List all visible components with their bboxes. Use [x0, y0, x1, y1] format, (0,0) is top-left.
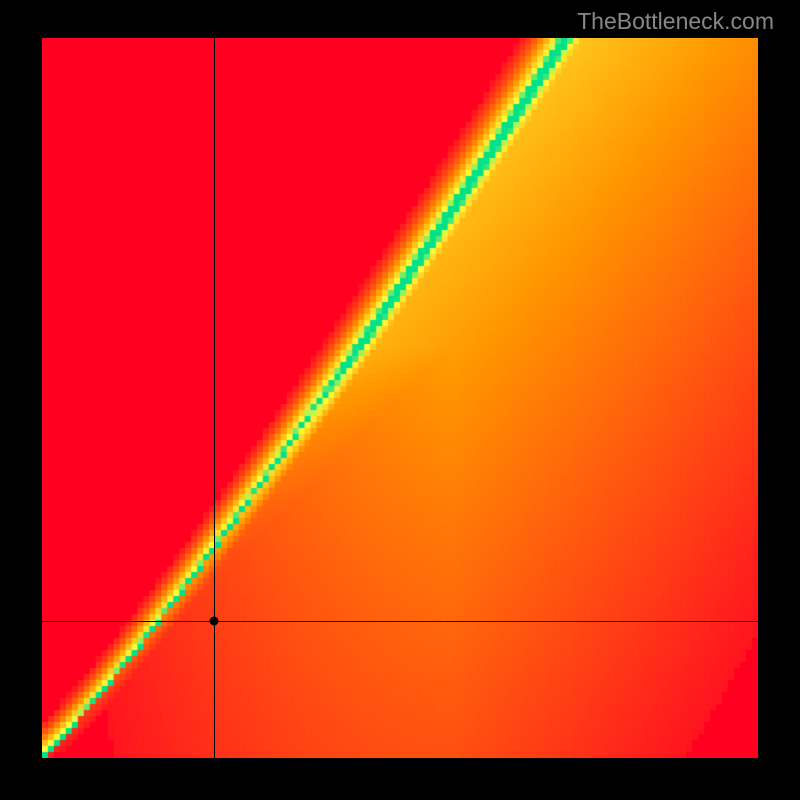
heatmap-canvas: [42, 38, 758, 758]
crosshair-horizontal: [42, 621, 758, 622]
crosshair-vertical: [214, 38, 215, 758]
crosshair-point: [209, 617, 218, 626]
chart-container: TheBottleneck.com: [0, 0, 800, 800]
watermark-text: TheBottleneck.com: [577, 8, 774, 35]
heatmap-plot: [42, 38, 758, 758]
